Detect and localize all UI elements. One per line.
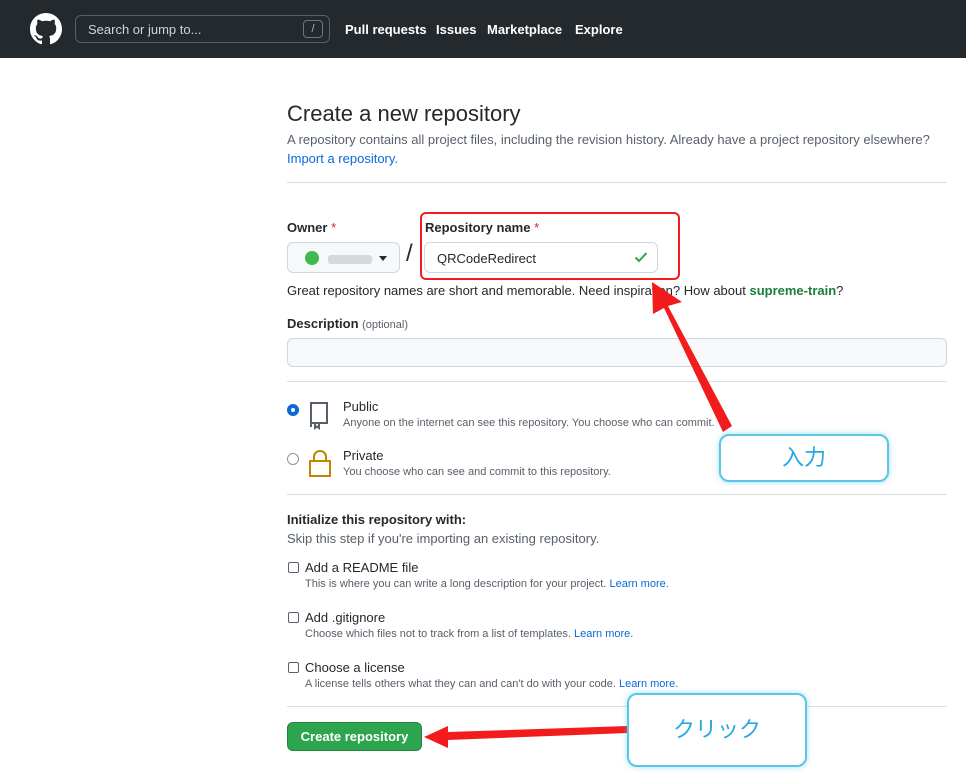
license-description: A license tells others what they can and… bbox=[305, 678, 679, 690]
divider bbox=[287, 494, 947, 495]
owner-select[interactable] bbox=[287, 242, 400, 273]
search-placeholder: Search or jump to... bbox=[88, 22, 202, 37]
nav-marketplace[interactable]: Marketplace bbox=[487, 22, 562, 37]
owner-avatar bbox=[305, 251, 319, 265]
search-shortcut-badge: / bbox=[303, 20, 323, 38]
create-repository-button[interactable]: Create repository bbox=[287, 722, 422, 751]
divider bbox=[287, 381, 947, 382]
search-input[interactable]: Search or jump to... / bbox=[75, 15, 330, 43]
repo-book-icon bbox=[310, 402, 328, 430]
chevron-down-icon bbox=[379, 256, 387, 261]
click-callout: クリック bbox=[627, 693, 807, 767]
repository-name-highlight-box bbox=[420, 212, 680, 280]
private-description: You choose who can see and commit to thi… bbox=[343, 466, 611, 478]
public-title: Public bbox=[343, 399, 379, 414]
repository-name-hint: Great repository names are short and mem… bbox=[287, 283, 844, 298]
owner-repo-separator: / bbox=[406, 240, 413, 267]
public-description: Anyone on the internet can see this repo… bbox=[343, 417, 715, 429]
input-callout: 入力 bbox=[719, 434, 889, 482]
readme-checkbox[interactable] bbox=[288, 562, 299, 573]
gitignore-description: Choose which files not to track from a l… bbox=[305, 628, 634, 640]
initialize-title: Initialize this repository with: bbox=[287, 512, 467, 527]
page-title: Create a new repository bbox=[287, 101, 521, 126]
gitignore-title: Add .gitignore bbox=[305, 610, 386, 625]
nav-issues[interactable]: Issues bbox=[436, 22, 476, 37]
nav-pull-requests[interactable]: Pull requests bbox=[345, 22, 427, 37]
readme-description: This is where you can write a long descr… bbox=[305, 578, 669, 590]
page-subtitle: A repository contains all project files,… bbox=[287, 132, 930, 147]
gitignore-learn-more-link[interactable]: Learn more. bbox=[574, 628, 633, 640]
owner-label: Owner * bbox=[287, 220, 337, 235]
owner-name-redacted bbox=[328, 255, 372, 264]
description-label: Description (optional) bbox=[287, 316, 408, 331]
public-radio[interactable] bbox=[287, 404, 299, 416]
private-radio[interactable] bbox=[287, 453, 299, 465]
divider bbox=[287, 182, 947, 183]
divider bbox=[287, 706, 947, 707]
suggested-name-link[interactable]: supreme-train bbox=[749, 283, 836, 298]
click-arrow bbox=[424, 726, 628, 748]
gitignore-checkbox[interactable] bbox=[288, 612, 299, 623]
readme-title: Add a README file bbox=[305, 560, 419, 575]
top-header: Search or jump to... / Pull requests Iss… bbox=[0, 0, 966, 58]
github-logo-icon[interactable] bbox=[30, 13, 62, 45]
import-repository-link[interactable]: Import a repository. bbox=[287, 151, 398, 166]
lock-icon bbox=[309, 450, 331, 477]
license-title: Choose a license bbox=[305, 660, 405, 675]
license-checkbox[interactable] bbox=[288, 662, 299, 673]
initialize-subtitle: Skip this step if you're importing an ex… bbox=[287, 531, 600, 546]
license-learn-more-link[interactable]: Learn more. bbox=[619, 678, 678, 690]
private-title: Private bbox=[343, 448, 384, 463]
readme-learn-more-link[interactable]: Learn more. bbox=[609, 578, 668, 590]
description-input[interactable] bbox=[287, 338, 947, 367]
nav-explore[interactable]: Explore bbox=[575, 22, 623, 37]
